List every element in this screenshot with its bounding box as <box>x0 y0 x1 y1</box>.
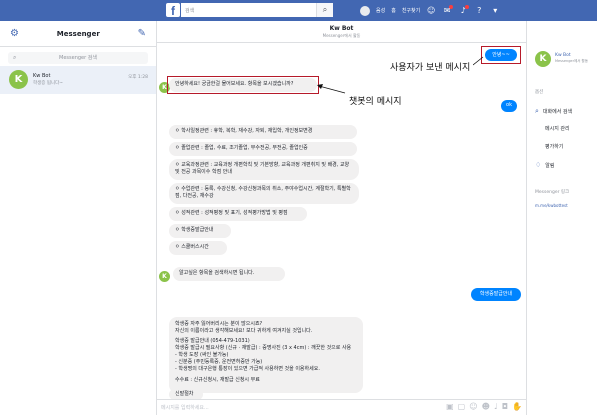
ok-message-bubble: ok <box>501 100 517 112</box>
annotation-arrow-user <box>473 56 484 66</box>
conversation-last-message: 학생증 됩니다~ <box>33 81 64 86</box>
menu-item-bubble: ㅇ 학생증발급안내 <box>169 224 231 238</box>
composer-tools: ▣ ▢ ☺ ☻ ♩ ◘ ✋ <box>446 402 522 411</box>
annotation-bot-label: 챗봇의 메시지 <box>349 97 402 107</box>
menu-item-bubble: ㅇ 성적관련 : 성적평정 및 표기, 성적평가방법 및 평점 <box>169 207 307 221</box>
chat-panel: Kw Bot Messenger에서 활동 안녕~~ 사용자가 보낸 메시지 K… <box>157 21 526 415</box>
annotation-user-label: 사용자가 보낸 메시지 <box>390 63 471 73</box>
bot-avatar: K <box>159 271 170 282</box>
compose-icon[interactable]: ✎ <box>138 28 146 39</box>
user-message-bubble: 안녕~~ <box>485 49 517 61</box>
conversation-info-panel: K Kw Bot Messenger에서 활동 옵션 ⌕ 대화에서 검색 메시지 … <box>526 21 597 415</box>
friend-requests-icon[interactable]: ☺ <box>426 6 436 16</box>
chat-title: Kw Bot <box>329 25 354 32</box>
chevron-down-icon[interactable]: ▾ <box>490 6 500 16</box>
chat-header: Kw Bot Messenger에서 활동 <box>157 21 526 43</box>
emoji-icon[interactable]: ☻ <box>482 402 490 411</box>
menu-item-bubble: ㅇ 스쿨버스시간 <box>169 241 227 255</box>
messenger-search-input[interactable]: ⌕ Messenger 검색 <box>8 52 148 64</box>
conversation-name: Kw Bot <box>33 73 51 79</box>
card-line: 자신의 이름이라고 생각해보세요! 보다 귀하게 여겨지실 것입니다. <box>175 328 313 334</box>
avatar: K <box>535 51 551 67</box>
top-right-menu: 음성 홈 친구찾기 ☺ ✉ ♪ ? ▾ <box>360 4 500 17</box>
photo-icon[interactable]: ▢ <box>458 402 466 411</box>
conversation-time: 오후 1:28 <box>128 75 148 80</box>
profile-avatar[interactable] <box>360 5 370 16</box>
rate-item[interactable]: 평가하기 <box>545 143 563 150</box>
card-line: 학생증 자주 잃어버리시는 분이 많으시죠? <box>175 321 263 327</box>
find-friends-link[interactable]: 친구찾기 <box>402 7 420 14</box>
card-line: - 신분증 (주민등록증, 운전면허증만 가능) <box>175 359 263 365</box>
options-section-title: 옵션 <box>535 90 544 95</box>
bot-fee-bubble: 수수료 : 신규신청시, 재발급 신청시 무료 <box>169 375 279 387</box>
profile-link[interactable]: 음성 <box>376 7 385 14</box>
search-icon[interactable]: ⌕ <box>316 3 333 17</box>
info-name[interactable]: Kw Bot <box>555 53 571 58</box>
messenger-link-title: Messenger 링크 <box>535 190 570 195</box>
message-composer[interactable]: 메시지를 입력하세요... ▣ ▢ ☺ ☻ ♩ ◘ ✋ <box>157 399 526 415</box>
mic-icon[interactable]: ♩ <box>494 402 498 411</box>
sticker-icon[interactable]: ☺ <box>469 402 477 411</box>
card-line: 학생증 발급시 필요사항 (신규 · 재발급) : 증명사진 (3 x 4cm)… <box>175 345 352 351</box>
manage-messages-item[interactable]: 메시지 관리 <box>545 125 570 132</box>
messenger-search-placeholder: Messenger 검색 <box>59 55 97 61</box>
menu-item-bubble: ㅇ 졸업관련 : 졸업, 수료, 조기졸업, 부수전공, 부전공, 졸업인증 <box>169 142 357 156</box>
gif-icon[interactable]: ▣ <box>446 402 454 411</box>
conversation-list-panel: ⚙ Messenger ✎ ⌕ Messenger 검색 K Kw Bot 학생… <box>0 21 157 415</box>
search-in-conversation-label: 대화에서 검색 <box>542 109 573 115</box>
messenger-link[interactable]: m.me/kwbottest <box>535 203 568 208</box>
search-icon: ⌕ <box>13 54 17 61</box>
notifications-label: 알림 <box>545 163 555 169</box>
bot-prompt-bubble: 알고싶은 항목을 검색하시면 됩니다. <box>173 267 285 281</box>
left-header: ⚙ Messenger ✎ <box>0 21 156 47</box>
facebook-logo-icon[interactable]: f <box>166 3 180 18</box>
card-line: - 학생명의 대구은행 통장이 있으면 가급적 사용하면 것을 이용하세요. <box>175 366 320 372</box>
user-message-bubble: 학생증발급안내 <box>471 288 521 301</box>
search-in-conversation-item[interactable]: ⌕ 대화에서 검색 <box>535 107 572 116</box>
composer-placeholder: 메시지를 입력하세요... <box>161 405 209 411</box>
menu-item-bubble: ㅇ 교육과정관련 : 교육과정 개편학칙 및 기본방향, 교육과정 개편취지 및… <box>169 159 359 180</box>
menu-item-bubble: ㅇ 수업관련 : 등록, 수강신청, 수강신청과목의 취소, 주야수업시간, 계… <box>169 183 359 204</box>
top-navigation-bar: f 검색 ⌕ 음성 홈 친구찾기 ☺ ✉ ♪ ? ▾ <box>0 0 597 21</box>
avatar: K <box>9 70 28 89</box>
card-line: - 학생 도장 (싸인 불가능) <box>175 352 229 358</box>
messages-icon[interactable]: ✉ <box>442 4 454 16</box>
camera-icon[interactable]: ◘ <box>502 402 508 411</box>
notifications-icon[interactable]: ♪ <box>458 4 470 16</box>
global-search-input[interactable]: 검색 <box>181 3 333 17</box>
search-icon: ⌕ <box>535 107 539 115</box>
info-subtitle: Messenger에서 활동 <box>555 59 588 63</box>
conversation-item[interactable]: K Kw Bot 학생증 됩니다~ 오후 1:28 <box>0 66 156 94</box>
help-icon[interactable]: ? <box>474 6 484 16</box>
menu-item-bubble: ㅇ 학사일정관련 : 휴학, 복학, 재수강, 자퇴, 재입학, 개인정보변경 <box>169 125 357 139</box>
chat-subtitle: Messenger에서 활동 <box>322 33 361 38</box>
bell-icon: ♢ <box>535 161 542 169</box>
bot-greeting-bubble: 안녕하세요! 궁금한걸 물어보세요. 항목을 보시겠습니까? <box>169 78 317 92</box>
annotation-arrow-bot <box>317 84 346 94</box>
notifications-item[interactable]: ♢ 알림 <box>535 161 554 169</box>
like-icon[interactable]: ✋ <box>512 402 522 411</box>
messenger-title: Messenger <box>56 29 100 38</box>
card-line: 학생증 발급안내 (054-479-1031) <box>175 338 250 344</box>
home-link[interactable]: 홈 <box>391 7 396 14</box>
gear-icon[interactable]: ⚙ <box>10 28 19 39</box>
